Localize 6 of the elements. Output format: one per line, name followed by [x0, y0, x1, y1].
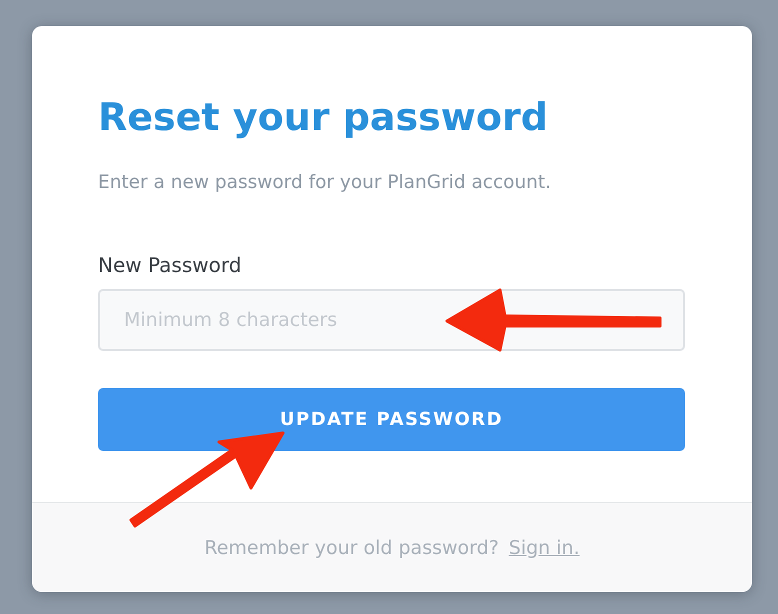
dialog-subtitle: Enter a new password for your PlanGrid account.	[98, 171, 552, 195]
footer-text: Remember your old password?	[204, 536, 499, 558]
dialog-title: Reset your password	[98, 94, 548, 141]
field-label: New Password	[98, 252, 242, 279]
sign-in-link[interactable]: Sign in.	[508, 536, 580, 558]
update-password-button[interactable]: UPDATE PASSWORD	[98, 388, 685, 451]
